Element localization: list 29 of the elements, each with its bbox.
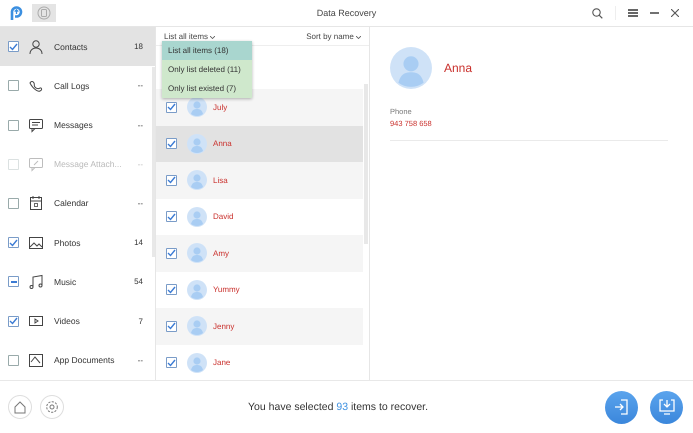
item-count: --	[138, 160, 143, 169]
item-count: 18	[134, 42, 143, 52]
contact-name: Anna	[213, 139, 232, 148]
item-count: --	[138, 356, 143, 365]
contact-name: Yummy	[213, 285, 240, 294]
selection-message: You have selected 93 items to recover.	[248, 401, 428, 413]
category-label: Photos	[54, 238, 82, 248]
category-label: Music	[54, 276, 78, 287]
contact-name: July	[213, 102, 228, 112]
item-count: 7	[138, 316, 143, 326]
item-count: 54	[134, 277, 143, 286]
category-label: Contacts	[54, 42, 89, 52]
item-count: --	[138, 120, 143, 130]
contact-name: Lisa	[213, 176, 228, 185]
window-title: Data Recovery	[316, 8, 376, 18]
category-label: Videos	[54, 316, 81, 326]
contact-name: Amy	[213, 248, 229, 258]
category-label: App Documents	[54, 355, 116, 366]
category-label: Calendar	[54, 198, 90, 208]
category-label: Messages	[54, 120, 94, 130]
contact-name: Jenny	[213, 322, 234, 331]
contact-name: David	[213, 212, 234, 222]
category-label: Message Attach...	[54, 159, 123, 170]
contact-name: Jane	[213, 358, 230, 368]
item-count: --	[138, 81, 143, 90]
category-label: Call Logs	[54, 80, 90, 91]
item-count: --	[138, 198, 143, 208]
item-count: 14	[134, 238, 143, 248]
contact-name: Anna	[444, 61, 472, 75]
